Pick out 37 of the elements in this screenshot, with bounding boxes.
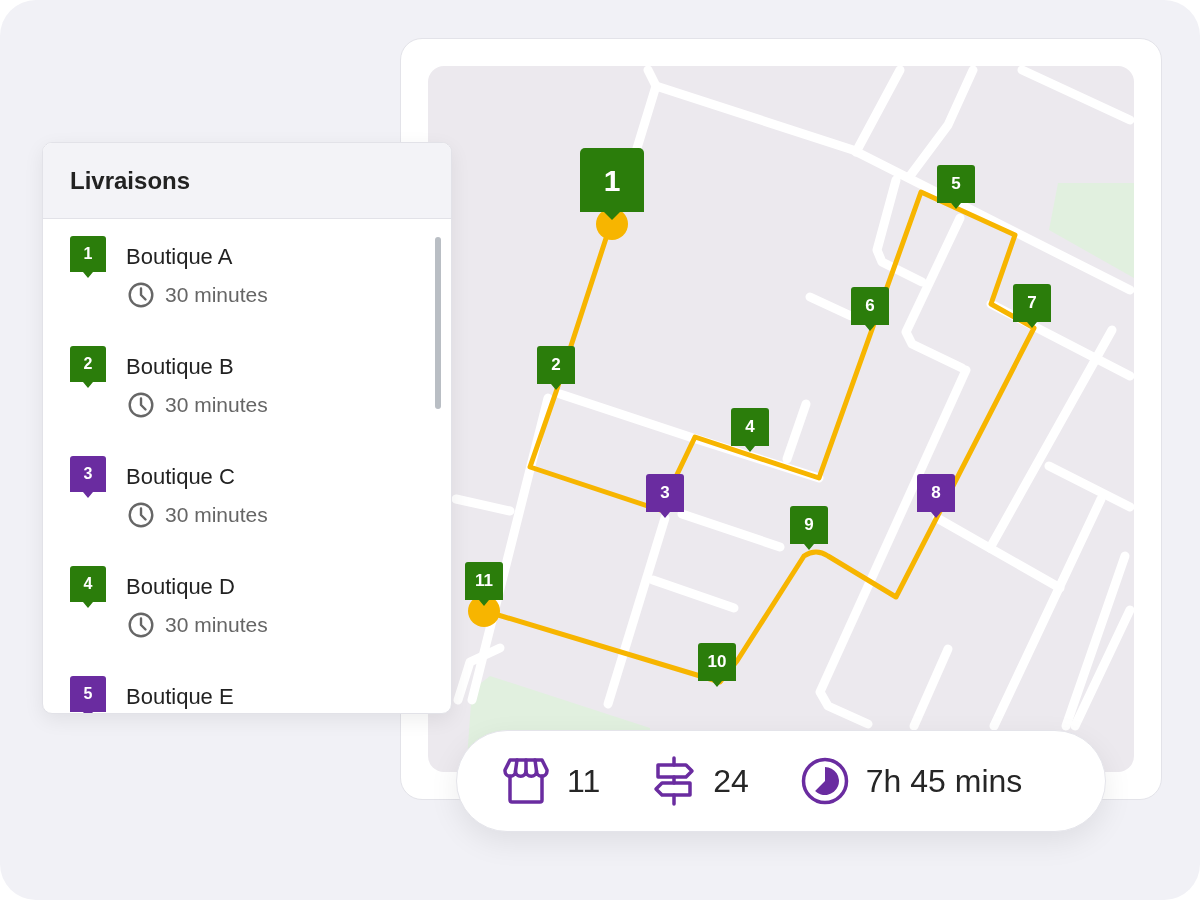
delivery-duration: 30 minutes	[165, 612, 268, 638]
store-icon	[502, 756, 550, 806]
clock-icon	[128, 392, 154, 418]
stop-marker: 4	[70, 566, 106, 608]
delivery-name[interactable]: Boutique E	[126, 683, 234, 711]
map-pin[interactable]: 1	[580, 148, 644, 220]
map-pin[interactable]: 9	[790, 506, 828, 550]
map-pin[interactable]: 3	[646, 474, 684, 518]
stat-value: 7h 45 mins	[865, 762, 1023, 801]
map-pin[interactable]: 10	[698, 643, 736, 687]
stop-marker: 1	[70, 236, 106, 278]
map-pin[interactable]: 6	[851, 287, 889, 331]
stop-marker: 5	[70, 676, 106, 713]
delivery-name[interactable]: Boutique D	[126, 573, 268, 601]
map-pin[interactable]: 4	[731, 408, 769, 452]
stat-value: 24	[713, 762, 749, 801]
map-pin[interactable]: 5	[937, 165, 975, 209]
delivery-duration: 30 minutes	[165, 392, 268, 418]
map-pin[interactable]: 8	[917, 474, 955, 518]
scrollbar[interactable]	[435, 237, 441, 409]
clock-icon	[128, 612, 154, 638]
delivery-name[interactable]: Boutique C	[126, 463, 268, 491]
stop-marker: 3	[70, 456, 106, 498]
map-pin[interactable]: 7	[1013, 284, 1051, 328]
delivery-duration: 30 minutes	[165, 282, 268, 308]
signpost-icon	[652, 756, 697, 806]
stat-value: 11	[567, 762, 601, 801]
delivery-name[interactable]: Boutique B	[126, 353, 268, 381]
clock-icon	[128, 502, 154, 528]
delivery-duration: 30 minutes	[165, 502, 268, 528]
delivery-name[interactable]: Boutique A	[126, 243, 268, 271]
clock-pie-icon	[800, 757, 849, 805]
map-pin[interactable]: 11	[465, 562, 503, 606]
stop-marker: 2	[70, 346, 106, 388]
map-pin[interactable]: 2	[537, 346, 575, 390]
panel-title: Livraisons	[70, 165, 191, 196]
clock-icon	[128, 282, 154, 308]
